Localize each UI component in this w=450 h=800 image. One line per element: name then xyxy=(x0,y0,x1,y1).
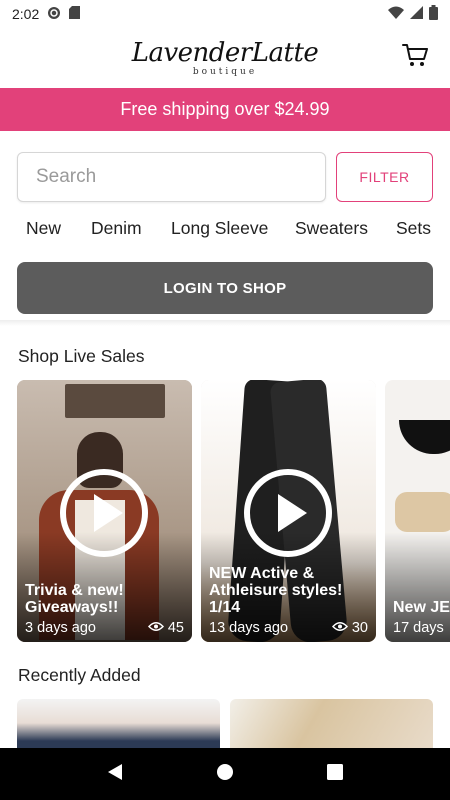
battery-icon xyxy=(429,5,438,23)
live-sale-card[interactable]: NEW Active & Athleisure styles! 1/14 13 … xyxy=(201,380,376,642)
live-sale-title: NEW Active & Athleisure styles! 1/14 xyxy=(209,565,343,616)
live-sale-views: 45 xyxy=(147,620,184,636)
eye-icon xyxy=(147,620,164,636)
live-sale-age: 17 days xyxy=(393,620,444,636)
login-to-shop-button[interactable]: LOGIN TO SHOP xyxy=(17,262,433,314)
category-new[interactable]: New xyxy=(26,218,61,239)
filter-button[interactable]: FILTER xyxy=(336,152,433,202)
live-sale-age: 3 days ago xyxy=(25,620,96,636)
promo-banner: Free shipping over $24.99 xyxy=(0,88,450,131)
recents-button[interactable] xyxy=(315,754,355,794)
product-card[interactable] xyxy=(230,699,433,749)
shopping-cart-icon xyxy=(402,43,428,72)
recents-icon xyxy=(327,763,343,785)
signal-icon xyxy=(410,6,423,22)
live-sale-title: New JE intimat xyxy=(393,599,450,616)
live-sales-carousel[interactable]: Trivia & new! Giveaways!! 3 days ago 45 … xyxy=(17,380,450,642)
product-card[interactable] xyxy=(17,699,220,749)
category-tabs: New Denim Long Sleeve Sweaters Sets xyxy=(0,218,450,246)
home-icon xyxy=(216,763,234,786)
view-count: 30 xyxy=(351,620,368,636)
back-icon xyxy=(107,763,123,786)
brand-logo[interactable]: LavenderLatte boutique xyxy=(132,40,319,77)
app-header: LavenderLatte boutique xyxy=(0,28,450,88)
play-icon[interactable] xyxy=(243,468,333,558)
view-count: 45 xyxy=(167,620,184,636)
category-long-sleeve[interactable]: Long Sleeve xyxy=(171,218,268,239)
live-sale-age: 13 days ago xyxy=(209,620,289,636)
live-sale-views: 30 xyxy=(331,620,368,636)
section-divider xyxy=(0,320,450,326)
live-sale-card[interactable]: Trivia & new! Giveaways!! 3 days ago 45 xyxy=(17,380,192,642)
wifi-icon xyxy=(388,6,404,22)
home-button[interactable] xyxy=(205,754,245,794)
eye-icon xyxy=(331,620,348,636)
recently-added-title: Recently Added xyxy=(18,665,141,685)
category-sets[interactable]: Sets xyxy=(396,218,431,239)
live-sale-card[interactable]: New JE intimat 17 days xyxy=(385,380,450,642)
promo-text: Free shipping over $24.99 xyxy=(120,99,330,119)
logo-sub-text: boutique xyxy=(192,66,258,77)
status-bar: 2:02 xyxy=(0,0,450,28)
sign-decoration xyxy=(65,384,165,418)
sd-card-icon xyxy=(69,6,81,22)
sync-icon xyxy=(47,6,61,23)
category-denim[interactable]: Denim xyxy=(91,218,142,239)
category-sweaters[interactable]: Sweaters xyxy=(295,218,368,239)
system-nav-bar xyxy=(0,748,450,800)
recently-added-list xyxy=(17,699,450,749)
live-sale-title: Trivia & new! Giveaways!! xyxy=(25,582,124,616)
live-sales-title: Shop Live Sales xyxy=(18,346,145,366)
logo-main-text: LavenderLatte xyxy=(131,37,319,68)
status-time: 2:02 xyxy=(12,6,40,22)
back-button[interactable] xyxy=(95,754,135,794)
search-input[interactable] xyxy=(17,152,326,202)
cart-button[interactable] xyxy=(400,42,430,72)
search-row: FILTER xyxy=(17,152,433,202)
play-icon[interactable] xyxy=(59,468,149,558)
product-nude-garment xyxy=(395,492,450,532)
